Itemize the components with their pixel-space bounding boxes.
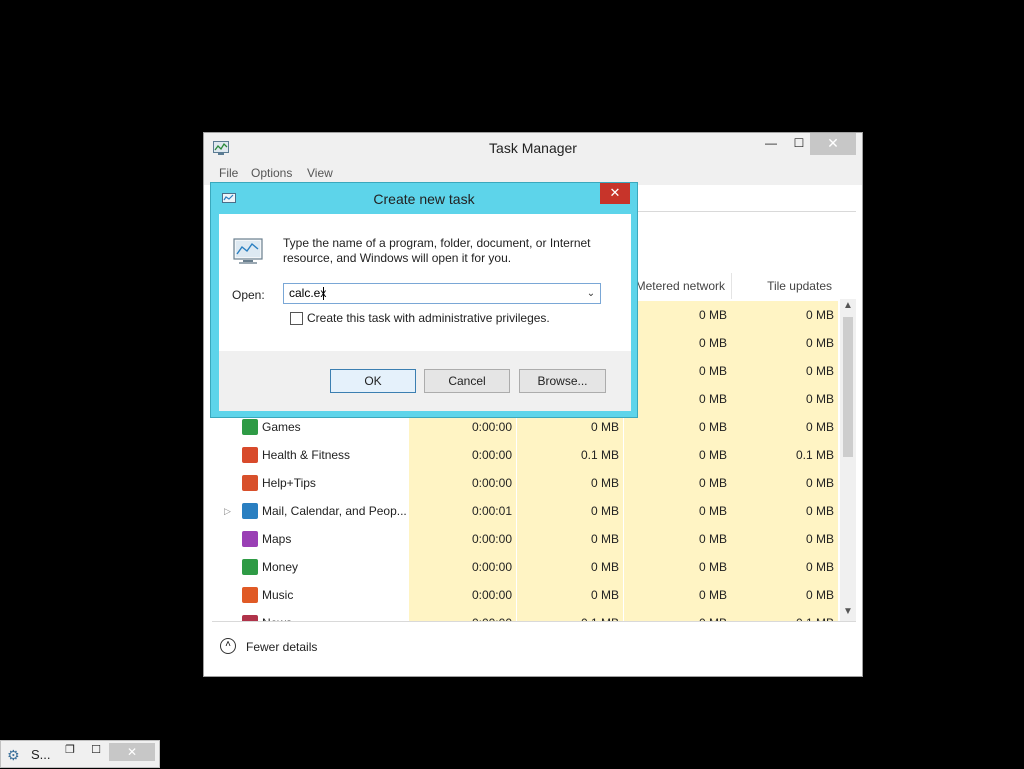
minimized-window[interactable]: ⚙ S... ❐ ☐ ✕	[0, 740, 160, 768]
cpu-time: 0:00:00	[471, 532, 512, 546]
minimize-button[interactable]: —	[756, 133, 786, 155]
cancel-button[interactable]: Cancel	[424, 369, 510, 393]
metered-network: 0 MB	[698, 392, 727, 406]
cpu-time: 0:00:00	[471, 448, 512, 462]
help-tips-icon	[242, 475, 258, 491]
chevron-down-icon[interactable]: ⌄	[584, 284, 598, 303]
column-header-tile-updates[interactable]: Tile updates	[731, 273, 838, 299]
network-usage: 0.1 MB	[580, 448, 619, 462]
fewer-details-label: Fewer details	[246, 640, 318, 654]
music-icon	[242, 587, 258, 603]
minimized-window-label: S...	[31, 747, 51, 762]
process-name: Music	[262, 588, 294, 602]
cpu-time: 0:00:00	[471, 560, 512, 574]
open-input-text[interactable]: calc.ex	[289, 284, 326, 303]
scroll-down-icon[interactable]: ▼	[840, 605, 856, 619]
network-usage: 0 MB	[590, 588, 619, 602]
table-row[interactable]: Help+Tips 0:00:00 0 MB 0 MB 0 MB	[212, 469, 838, 497]
vertical-scrollbar[interactable]: ▲ ▼	[840, 299, 856, 621]
tile-updates: 0 MB	[805, 308, 834, 322]
process-name: News	[262, 609, 292, 621]
expand-arrow-icon[interactable]: ▷	[224, 497, 231, 525]
table-row[interactable]: Music 0:00:00 0 MB 0 MB 0 MB	[212, 581, 838, 609]
process-name: Money	[262, 560, 299, 574]
tile-updates: 0 MB	[805, 532, 834, 546]
metered-network: 0 MB	[698, 308, 727, 322]
scroll-thumb[interactable]	[843, 317, 853, 457]
metered-network: 0 MB	[698, 504, 727, 518]
text-caret	[323, 287, 324, 300]
metered-network: 0 MB	[698, 588, 727, 602]
network-usage: 0 MB	[590, 476, 619, 490]
table-row[interactable]: Health & Fitness 0:00:00 0.1 MB 0 MB 0.1 MB	[212, 441, 838, 469]
process-name: Help+Tips	[262, 476, 316, 490]
tile-updates: 0 MB	[805, 504, 834, 518]
metered-network: 0 MB	[698, 448, 727, 462]
network-usage: 0 MB	[590, 560, 619, 574]
tile-updates: 0 MB	[805, 364, 834, 378]
process-name: Health & Fitness	[262, 448, 351, 462]
tile-updates: 0 MB	[805, 476, 834, 490]
metered-network: 0 MB	[698, 560, 727, 574]
dialog-title: Create new task	[373, 191, 475, 207]
create-new-task-dialog: Create new task ✕ Type the name of a pro…	[210, 182, 638, 418]
task-manager-titlebar[interactable]: Task Manager — ☐ ✕	[204, 133, 862, 163]
metered-network: 0 MB	[698, 420, 727, 434]
restore-button[interactable]: ❐	[63, 743, 77, 757]
maximize-button[interactable]: ☐	[89, 743, 103, 757]
ok-button[interactable]: OK	[330, 369, 416, 393]
chevron-up-icon: ˄	[220, 638, 236, 654]
admin-privileges-checkbox[interactable]	[290, 312, 303, 325]
tile-updates: 0 MB	[805, 420, 834, 434]
settings-gear-icon: ⚙	[7, 747, 20, 763]
close-button[interactable]: ✕	[810, 133, 856, 155]
table-row[interactable]: News 0:00:00 0.1 MB 0 MB 0.1 MB	[212, 609, 838, 621]
table-row[interactable]: Maps 0:00:00 0 MB 0 MB 0 MB	[212, 525, 838, 553]
scroll-up-icon[interactable]: ▲	[840, 299, 856, 313]
network-usage: 0 MB	[590, 504, 619, 518]
cpu-time: 0:00:00	[471, 588, 512, 602]
mail-calendar-icon	[242, 503, 258, 519]
close-button[interactable]: ✕	[109, 743, 155, 761]
metered-network: 0 MB	[698, 364, 727, 378]
open-label: Open:	[232, 288, 265, 302]
cpu-time: 0:00:00	[471, 476, 512, 490]
tile-updates: 0.1 MB	[795, 448, 834, 462]
health-fitness-icon	[242, 447, 258, 463]
dialog-close-button[interactable]: ✕	[600, 183, 630, 204]
footer: ˄ Fewer details	[212, 621, 856, 670]
table-row[interactable]: ▷ Mail, Calendar, and Peop... 0:00:01 0 MB 0…	[212, 497, 838, 525]
tile-updates: 0 MB	[805, 336, 834, 350]
metered-network: 0 MB	[698, 476, 727, 490]
open-combobox[interactable]: calc.ex ⌄	[283, 283, 601, 304]
browse-button[interactable]: Browse...	[519, 369, 606, 393]
admin-privileges-label[interactable]: Create this task with administrative pri…	[307, 311, 550, 325]
table-row[interactable]: Money 0:00:00 0 MB 0 MB 0 MB	[212, 553, 838, 581]
tile-updates: 0 MB	[805, 392, 834, 406]
network-usage: 0.1 MB	[525, 609, 619, 621]
maps-icon	[242, 531, 258, 547]
cpu-time: 0:00:00	[417, 609, 512, 621]
metered-network: 0 MB	[698, 336, 727, 350]
process-name: Maps	[262, 532, 292, 546]
column-header-metered-network[interactable]: Metered network	[624, 273, 731, 299]
process-name: Mail, Calendar, and Peop...	[262, 504, 407, 518]
task-icon	[233, 238, 263, 264]
money-icon	[242, 559, 258, 575]
dialog-description: Type the name of a program, folder, docu…	[283, 236, 591, 265]
metered-network: 0 MB	[632, 609, 727, 621]
tile-updates: 0 MB	[805, 588, 834, 602]
metered-network: 0 MB	[698, 532, 727, 546]
cpu-time: 0:00:01	[471, 504, 512, 518]
network-usage: 0 MB	[590, 532, 619, 546]
tile-updates: 0.1 MB	[739, 609, 834, 621]
games-icon	[242, 419, 258, 435]
tile-updates: 0 MB	[805, 560, 834, 574]
